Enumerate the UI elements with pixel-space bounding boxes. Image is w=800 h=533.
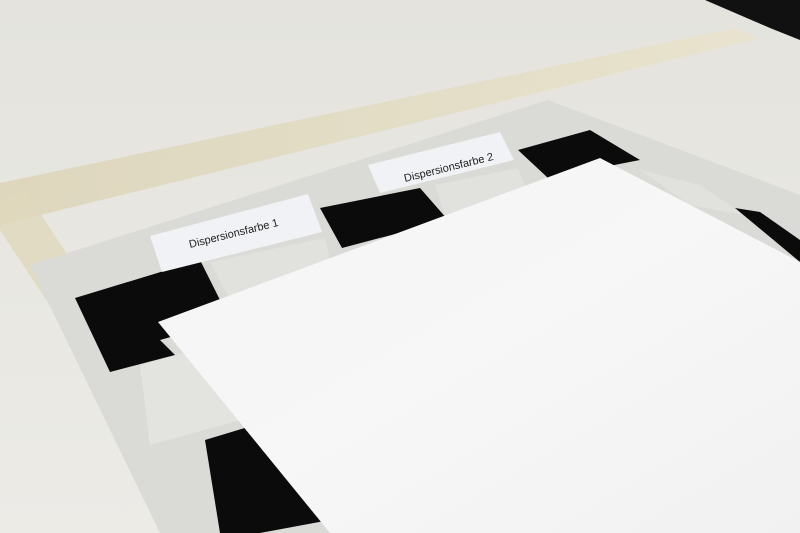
photo-canvas: Dispersionsfarbe 1 Dispersionsfarbe 2 [0, 0, 800, 533]
scene-svg: Dispersionsfarbe 1 Dispersionsfarbe 2 [0, 0, 800, 533]
